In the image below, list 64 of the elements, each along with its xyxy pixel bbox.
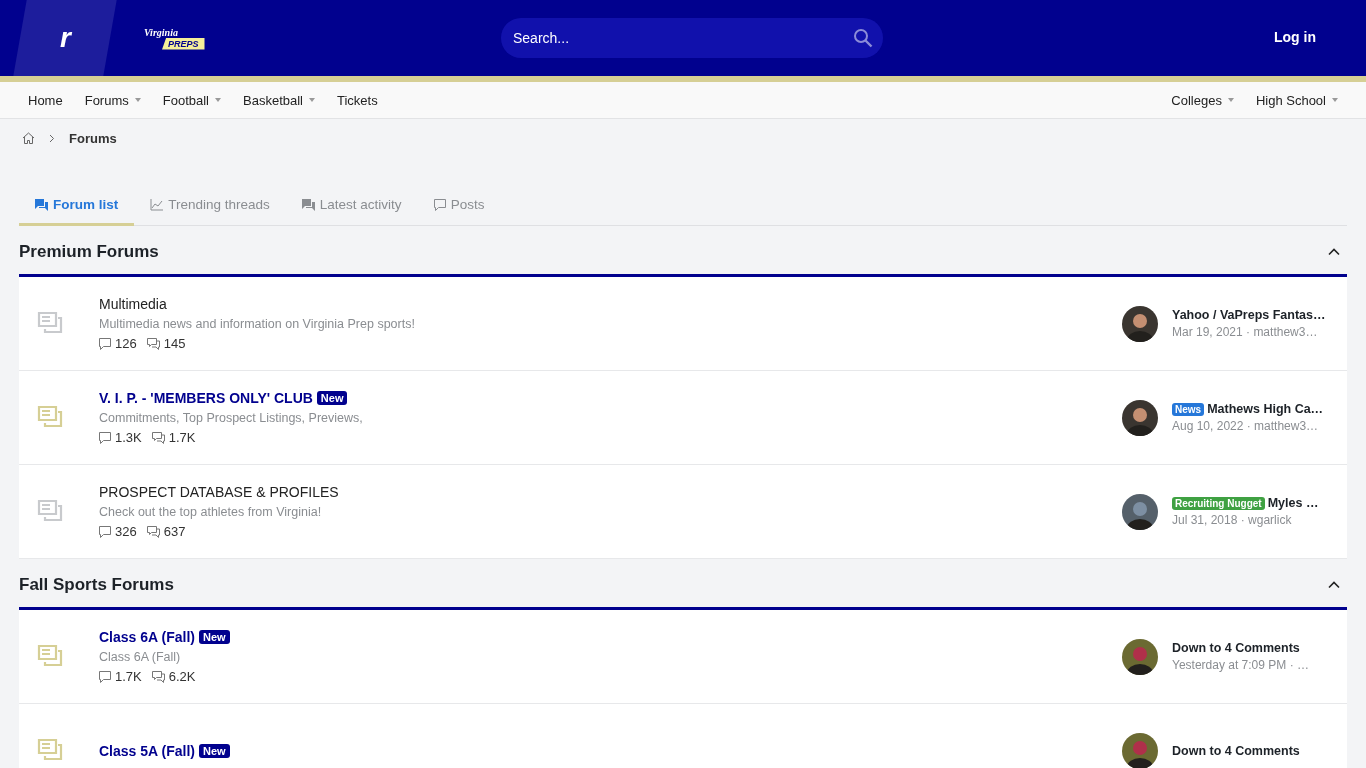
- nav-link[interactable]: Basketball: [235, 88, 323, 112]
- comment-icon: [99, 670, 111, 683]
- login-link[interactable]: Log in: [1274, 29, 1316, 45]
- comment-icon: [99, 431, 111, 444]
- forum-title[interactable]: PROSPECT DATABASE & PROFILES: [99, 484, 339, 500]
- thread-count: 1.7K: [115, 669, 142, 684]
- latest-meta: Aug 10, 2022 · matthew3…: [1172, 419, 1320, 433]
- site-logo-text[interactable]: Virginia: [144, 26, 178, 38]
- message-count: 1.7K: [168, 430, 196, 445]
- nav-link[interactable]: Forums: [76, 88, 149, 112]
- new-badge: New: [198, 743, 230, 758]
- new-badge: New: [316, 391, 348, 405]
- latest-meta: Mar 19, 2021 · matthew3…: [1172, 325, 1319, 339]
- nav-link[interactable]: Home: [20, 88, 71, 112]
- comments-icon: [151, 670, 165, 683]
- thread-count: 326: [115, 524, 137, 539]
- chevron-right-icon: [49, 133, 55, 143]
- forum-title[interactable]: Class 5A (Fall): [99, 742, 195, 759]
- forum-description: Multimedia news and information on Virginia Prep sports!: [99, 317, 416, 331]
- thread-count: 1.3K: [115, 430, 142, 445]
- chat-icon: [301, 199, 315, 211]
- latest-thread-link[interactable]: Down to 4 Comments: [1172, 743, 1300, 758]
- latest-thread-link[interactable]: Mathews High Ca…: [1207, 402, 1324, 416]
- search-input[interactable]: Search...: [511, 29, 853, 47]
- section-title: Fall Sports Forums: [19, 575, 174, 595]
- search-icon[interactable]: [853, 28, 873, 48]
- comments-icon: [146, 525, 160, 538]
- forum-description: Commitments, Top Prospect Listings, Previews,: [99, 411, 364, 425]
- home-icon[interactable]: [22, 132, 35, 144]
- latest-thread-link[interactable]: Myles …: [1267, 496, 1319, 510]
- nav-link[interactable]: Colleges: [1163, 88, 1242, 112]
- breadcrumb-link[interactable]: Forums: [69, 130, 117, 146]
- comments-icon: [151, 431, 165, 444]
- nav-link[interactable]: High School: [1247, 88, 1346, 112]
- new-badge: New: [198, 630, 230, 644]
- forum-title[interactable]: V. I. P. - 'MEMBERS ONLY' CLUB: [99, 390, 313, 406]
- thread-prefix: News: [1172, 402, 1205, 416]
- nav-link[interactable]: Tickets: [329, 88, 386, 112]
- chat-icon: [35, 199, 48, 211]
- forum-description: Class 6A (Fall): [99, 650, 182, 664]
- latest-meta: Yesterday at 7:09 PM · …: [1172, 658, 1309, 672]
- comment-icon: [99, 525, 111, 538]
- comment-icon: [99, 337, 111, 350]
- search-field[interactable]: Search...: [501, 18, 883, 58]
- site-logo-label[interactable]: PREPS: [162, 37, 205, 50]
- latest-thread-link[interactable]: Yahoo / VaPreps Fantas…: [1172, 308, 1326, 322]
- comment-icon: [433, 199, 446, 211]
- message-count: 6.2K: [168, 669, 196, 684]
- comments-icon: [146, 337, 160, 350]
- forum-title[interactable]: Multimedia: [99, 296, 167, 312]
- latest-meta: Jul 31, 2018 · wgarlick: [1172, 513, 1293, 527]
- message-count: 145: [163, 336, 186, 351]
- tab[interactable]: Forum list: [19, 187, 135, 226]
- thread-prefix: Recruiting Nugget: [1172, 496, 1265, 510]
- logo-tile[interactable]: r: [13, 0, 117, 76]
- nav-link[interactable]: Football: [154, 88, 229, 112]
- section-title: Premium Forums: [19, 242, 159, 262]
- message-count: 637: [163, 524, 186, 539]
- thread-count: 126: [115, 336, 137, 351]
- forum-description: Check out the top athletes from Virginia!: [99, 505, 323, 519]
- logo-letter: r: [59, 22, 71, 54]
- latest-thread-link[interactable]: Down to 4 Comments: [1172, 641, 1300, 655]
- forum-title[interactable]: Class 6A (Fall): [99, 629, 195, 645]
- chart-icon: [150, 199, 164, 211]
